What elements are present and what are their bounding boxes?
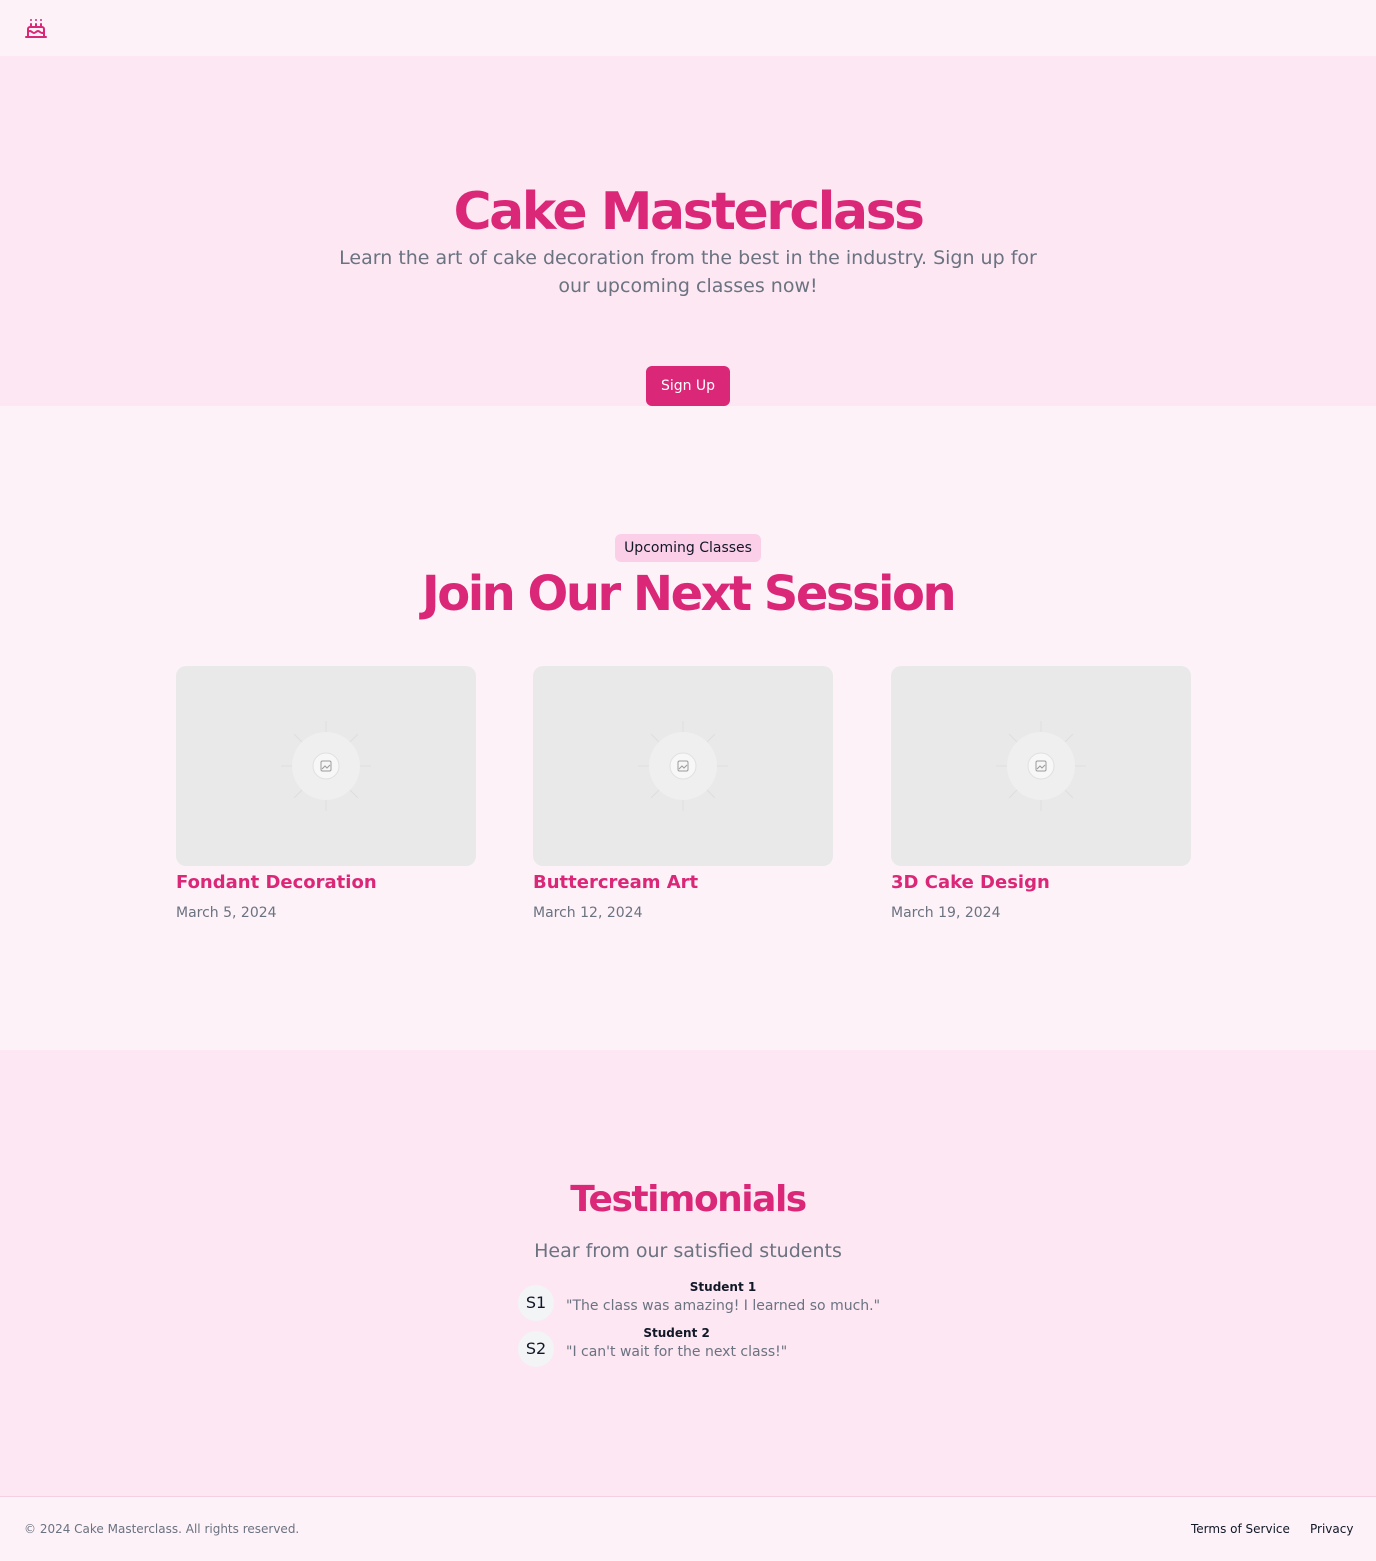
testimonials-title: Testimonials <box>570 1179 807 1220</box>
class-card[interactable]: Buttercream Art March 12, 2024 <box>533 666 833 922</box>
class-date: March 5, 2024 <box>176 905 277 921</box>
site-footer: © 2024 Cake Masterclass. All rights rese… <box>0 1496 1376 1561</box>
site-header <box>0 0 1376 56</box>
section-badge: Upcoming Classes <box>615 534 761 562</box>
image-placeholder-icon <box>176 666 476 866</box>
hero-section: Cake Masterclass Learn the art of cake d… <box>0 56 1376 406</box>
class-title: Buttercream Art <box>533 872 699 893</box>
hero-subtitle: Learn the art of cake decoration from th… <box>339 247 1037 297</box>
testimonial-body: Student 2 "I can't wait for the next cla… <box>566 1325 787 1363</box>
classes-section: Upcoming Classes Join Our Next Session F… <box>0 406 1376 1050</box>
class-title: 3D Cake Design <box>891 872 1050 893</box>
classes-title: Join Our Next Session <box>421 566 957 622</box>
terms-of-service-link[interactable]: Terms of Service <box>1191 1521 1290 1537</box>
image-placeholder-icon <box>533 666 833 866</box>
privacy-link[interactable]: Privacy <box>1310 1521 1353 1537</box>
testimonial-quote: "The class was amazing! I learned so muc… <box>566 1298 881 1314</box>
class-card[interactable]: Fondant Decoration March 5, 2024 <box>176 666 476 922</box>
class-date: March 19, 2024 <box>891 905 1001 921</box>
class-title: Fondant Decoration <box>176 872 377 893</box>
sign-up-button[interactable]: Sign Up <box>646 366 730 406</box>
image-placeholder-icon <box>891 666 1191 866</box>
hero-title: Cake Masterclass <box>453 182 925 242</box>
testimonial-quote: "I can't wait for the next class!" <box>566 1344 788 1360</box>
class-date: March 12, 2024 <box>533 905 643 921</box>
testimonial-name: Student 1 <box>689 1280 757 1294</box>
testimonial-name: Student 2 <box>643 1326 710 1340</box>
avatar: S2 <box>518 1331 554 1367</box>
testimonial-body: Student 1 "The class was amazing! I lear… <box>566 1279 880 1317</box>
class-card[interactable]: 3D Cake Design March 19, 2024 <box>891 666 1191 922</box>
cake-icon[interactable] <box>24 16 48 40</box>
testimonials-subtitle: Hear from our satisfied students <box>534 1240 842 1262</box>
testimonials-section: Testimonials Hear from our satisfied stu… <box>0 1050 1376 1496</box>
avatar: S1 <box>518 1285 554 1321</box>
copyright-text: © 2024 Cake Masterclass. All rights rese… <box>24 1522 300 1536</box>
